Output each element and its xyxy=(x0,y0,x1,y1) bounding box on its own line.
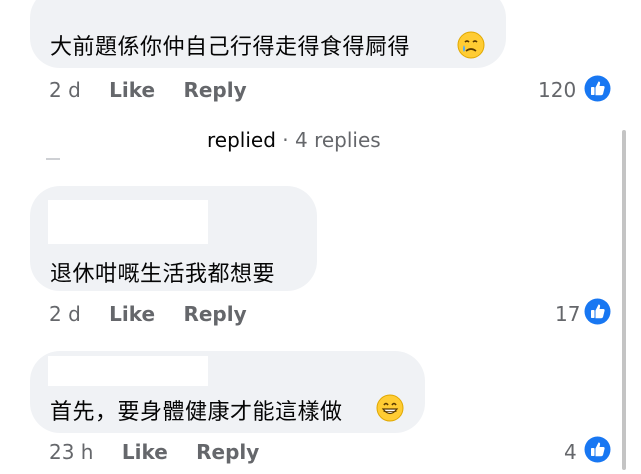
redacted-author-name xyxy=(48,356,208,386)
redacted-author-name xyxy=(48,200,208,244)
thumbs-up-icon[interactable] xyxy=(584,75,611,102)
comment-actions-2: 2 d Like Reply xyxy=(49,302,247,326)
reaction-count[interactable]: 17 xyxy=(555,302,580,326)
grinning-face-emoji xyxy=(376,394,404,422)
thread-connector xyxy=(46,150,60,160)
comment-text: 退休咁嘅生活我都想要 xyxy=(50,262,276,287)
comment-time[interactable]: 2 d xyxy=(49,78,81,102)
comment-time[interactable]: 2 d xyxy=(49,302,81,326)
thumbs-up-icon[interactable] xyxy=(584,298,611,325)
comment-actions-1: 2 d Like Reply xyxy=(49,78,247,102)
comment-time[interactable]: 23 h xyxy=(49,440,93,464)
replies-label: replied xyxy=(207,128,276,152)
comment-actions-3: 23 h Like Reply xyxy=(49,440,259,464)
like-button[interactable]: Like xyxy=(109,302,155,326)
like-button[interactable]: Like xyxy=(122,440,168,464)
reply-button[interactable]: Reply xyxy=(183,78,246,102)
reply-button[interactable]: Reply xyxy=(196,440,259,464)
reply-button[interactable]: Reply xyxy=(183,302,246,326)
crying-face-emoji xyxy=(457,31,485,59)
comment-text: 大前題係你仲自己行得走得食得屙得 xyxy=(50,35,411,60)
view-replies-link[interactable]: replied · 4 replies xyxy=(207,128,381,152)
thumbs-up-icon[interactable] xyxy=(584,436,611,463)
like-button[interactable]: Like xyxy=(109,78,155,102)
replies-separator: · xyxy=(282,128,289,152)
reaction-count[interactable]: 4 xyxy=(564,440,577,464)
reaction-count[interactable]: 120 xyxy=(538,78,576,102)
scrollbar[interactable] xyxy=(622,130,626,470)
replies-count: 4 replies xyxy=(294,128,381,152)
comment-text: 首先，要身體健康才能這樣做 xyxy=(50,400,343,425)
